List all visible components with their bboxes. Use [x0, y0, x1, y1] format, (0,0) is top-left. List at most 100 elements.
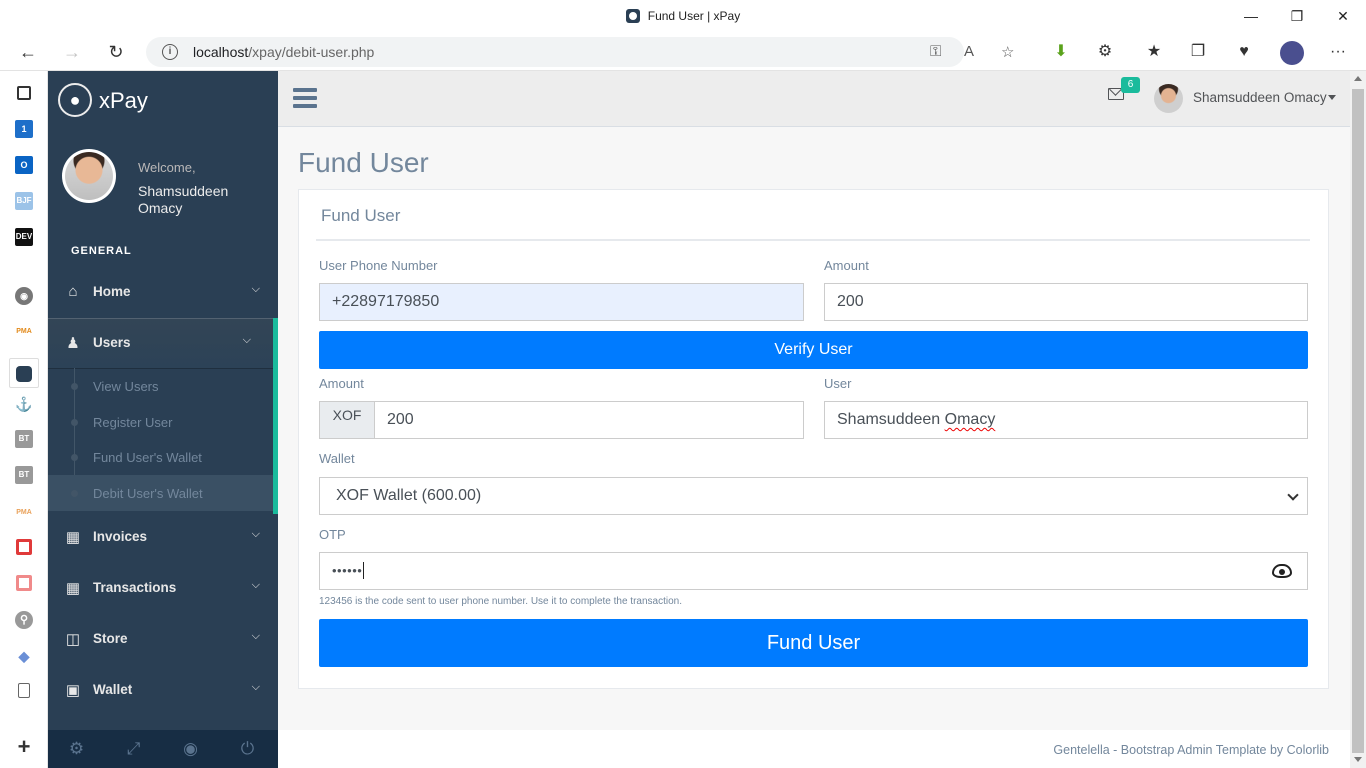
- bookmark-pink-icon[interactable]: [16, 575, 32, 591]
- bookmark-red-icon[interactable]: [16, 539, 32, 555]
- chevron-down-icon: ⌵: [251, 630, 260, 642]
- wallet-select[interactable]: XOF Wallet (600.00): [319, 477, 1308, 515]
- browser-titlebar: Fund User | xPay — ❐ ✕: [0, 0, 1366, 33]
- fund-user-button[interactable]: Fund User: [319, 619, 1308, 667]
- close-window-button[interactable]: ✕: [1332, 6, 1354, 26]
- sidebar-item-transactions[interactable]: ▦ Transactions ⌵: [48, 563, 278, 613]
- one-icon[interactable]: 1: [15, 120, 33, 138]
- pma-icon-2[interactable]: PMA: [15, 504, 33, 522]
- sidebar-user-name: Shamsuddeen Omacy: [138, 183, 229, 216]
- sidebar-avatar: [62, 149, 116, 203]
- search-icon[interactable]: ⚲: [15, 611, 33, 629]
- favorites-icon[interactable]: ★: [1143, 42, 1165, 62]
- tabs-icon[interactable]: [17, 86, 31, 100]
- section-title-general: GENERAL: [71, 245, 132, 257]
- collections-icon[interactable]: ❐: [1187, 42, 1209, 62]
- verify-user-button[interactable]: Verify User: [319, 331, 1308, 369]
- back-button[interactable]: ←: [16, 41, 40, 63]
- bjf-icon[interactable]: BJF: [15, 192, 33, 210]
- xpay-sidebar-icon[interactable]: [9, 358, 39, 388]
- user-input[interactable]: Shamsuddeen Omacy: [824, 401, 1308, 439]
- browser-vertical-sidebar: 1 O BJF DEV ◉ PMA ⚓ BT BT PMA ⚲ ◆ +: [0, 71, 48, 768]
- fullscreen-icon[interactable]: ⤢: [105, 739, 162, 759]
- profile-icon[interactable]: [1280, 41, 1304, 65]
- scroll-down-icon[interactable]: [1354, 757, 1362, 762]
- sidebar-item-wallet[interactable]: ▣ Wallet ⌵: [48, 665, 278, 715]
- scroll-thumb[interactable]: [1352, 89, 1364, 753]
- bt-icon-2[interactable]: BT: [15, 466, 33, 484]
- chevron-down-icon: ⌵: [251, 283, 260, 295]
- users-icon: ♟: [66, 335, 80, 352]
- table-icon: ▦: [65, 529, 81, 546]
- address-bar: ← → ↻ i localhost/xpay/debit-user.php ⚿ …: [0, 33, 1366, 71]
- amount2-label: Amount: [319, 376, 364, 391]
- user-label: User: [824, 376, 852, 391]
- home-icon: ⌂: [68, 283, 78, 300]
- forward-button[interactable]: →: [60, 41, 84, 63]
- more-menu-icon[interactable]: ···: [1327, 42, 1349, 62]
- minimize-button[interactable]: —: [1240, 6, 1262, 26]
- office-icon[interactable]: ◆: [15, 647, 33, 665]
- top-nav: 6 Shamsuddeen Omacy: [278, 71, 1350, 127]
- avatar[interactable]: [1154, 84, 1183, 113]
- site-info-icon[interactable]: i: [162, 44, 178, 60]
- app-sidebar: ● xPay Welcome, Shamsuddeen Omacy GENERA…: [48, 71, 278, 768]
- xpay-favicon-icon: [625, 9, 640, 23]
- dev-icon[interactable]: DEV: [15, 228, 33, 246]
- restore-button[interactable]: ❐: [1286, 6, 1308, 26]
- add-favorite-icon[interactable]: ☆: [1001, 43, 1014, 61]
- scroll-up-icon[interactable]: [1354, 76, 1362, 81]
- submenu-debit-wallet[interactable]: Debit User's Wallet: [48, 475, 273, 511]
- power-icon[interactable]: ⏻: [219, 739, 276, 759]
- add-sidebar-icon[interactable]: +: [15, 736, 33, 758]
- menu-toggle-icon[interactable]: [293, 88, 317, 108]
- anchor-icon[interactable]: ⚓: [15, 395, 33, 413]
- settings-icon[interactable]: ⚙: [48, 739, 105, 759]
- sidebar-item-home[interactable]: ⌂ Home ⌵: [48, 267, 278, 317]
- lock-icon[interactable]: ◉: [162, 739, 219, 759]
- fund-user-panel: Fund User User Phone Number +22897179850…: [298, 189, 1329, 689]
- submenu-view-users[interactable]: View Users: [48, 368, 273, 404]
- chevron-down-icon: ⌵: [251, 528, 260, 540]
- otp-label: OTP: [319, 527, 346, 542]
- health-icon[interactable]: ♥: [1233, 42, 1255, 62]
- panel-divider: [316, 239, 1310, 241]
- amount2-input[interactable]: 200: [374, 401, 804, 439]
- top-user-name[interactable]: Shamsuddeen Omacy: [1193, 90, 1327, 105]
- submenu-register-user[interactable]: Register User: [48, 404, 273, 440]
- extensions-icon[interactable]: ⚙: [1094, 42, 1116, 62]
- paw-logo-icon: ●: [58, 83, 92, 117]
- sidebar-item-store[interactable]: ◫ Store ⌵: [48, 614, 278, 664]
- welcome-text: Welcome,: [138, 160, 196, 175]
- download-extension-icon[interactable]: ⬇: [1050, 42, 1072, 62]
- chevron-down-icon: ⌵: [242, 334, 251, 346]
- bt-icon[interactable]: BT: [15, 430, 33, 448]
- pma-icon[interactable]: PMA: [15, 323, 33, 341]
- page-icon[interactable]: [18, 683, 30, 698]
- chevron-down-icon: ⌵: [251, 681, 260, 693]
- sidebar-item-invoices[interactable]: ▦ Invoices ⌵: [48, 512, 278, 562]
- refresh-button[interactable]: ↻: [104, 41, 128, 63]
- submenu-fund-wallet[interactable]: Fund User's Wallet: [48, 439, 273, 475]
- key-icon[interactable]: ⚿: [930, 43, 941, 60]
- caret-down-icon[interactable]: [1328, 95, 1336, 100]
- outlook-icon[interactable]: O: [15, 156, 33, 174]
- users-submenu: View Users Register User Fund User's Wal…: [48, 368, 278, 514]
- main-content: 6 Shamsuddeen Omacy Fund User Fund User …: [278, 71, 1350, 768]
- footer-credit[interactable]: Gentelella - Bootstrap Admin Template by…: [1053, 743, 1329, 757]
- panel-title: Fund User: [321, 206, 401, 225]
- github-icon[interactable]: ◉: [15, 287, 33, 305]
- sidebar-item-users[interactable]: ♟ Users ⌵: [48, 318, 278, 368]
- scrollbar[interactable]: [1350, 71, 1366, 768]
- otp-input[interactable]: ••••••: [319, 552, 1308, 590]
- url-text[interactable]: localhost/xpay/debit-user.php: [193, 44, 374, 60]
- amount-input[interactable]: 200: [824, 283, 1308, 321]
- amount-label: Amount: [824, 258, 869, 273]
- chevron-down-icon: [1287, 489, 1299, 501]
- show-password-icon[interactable]: [1272, 564, 1292, 578]
- read-aloud-icon[interactable]: A: [964, 43, 974, 60]
- phone-input[interactable]: +22897179850: [319, 283, 804, 321]
- page-footer: Gentelella - Bootstrap Admin Template by…: [278, 730, 1350, 768]
- url-input[interactable]: i localhost/xpay/debit-user.php ⚿ A ☆: [146, 37, 1014, 67]
- mail-count-badge: 6: [1121, 77, 1140, 93]
